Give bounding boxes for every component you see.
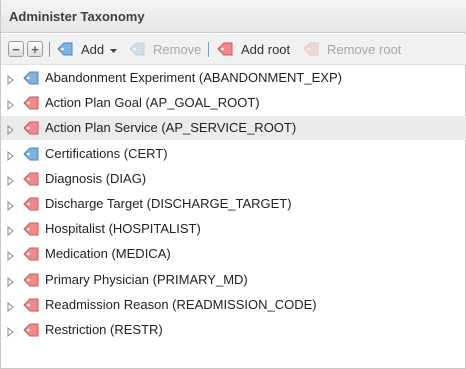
toolbar-separator <box>208 42 209 57</box>
expand-arrow-icon[interactable] <box>7 300 15 313</box>
tree-row[interactable]: Medication (MEDICA) <box>1 242 466 266</box>
panel-title: Administer Taxonomy <box>9 9 145 24</box>
minus-icon: − <box>12 41 20 57</box>
tree-row-label: Certifications (CERT) <box>45 146 168 161</box>
tag-icon <box>22 196 41 216</box>
tree-row-label: Restriction (RESTR) <box>45 322 163 337</box>
tag-add-root-icon <box>216 41 235 58</box>
tree-row-label: Action Plan Service (AP_SERVICE_ROOT) <box>45 120 297 135</box>
tree-row-label: Abandonment Experiment (ABANDONMENT_EXP) <box>45 70 342 85</box>
toolbar-separator <box>49 42 50 57</box>
tree-row[interactable]: Readmission Reason (READMISSION_CODE) <box>1 293 466 317</box>
tag-add-icon <box>56 41 75 58</box>
expand-arrow-icon[interactable] <box>7 325 15 338</box>
tree-row[interactable]: Restriction (RESTR) <box>1 318 466 342</box>
expand-arrow-icon[interactable] <box>7 249 15 262</box>
tag-icon <box>22 322 41 342</box>
tag-remove-root-icon <box>302 41 321 58</box>
remove-root-label: Remove root <box>327 42 402 57</box>
tree-row-label: Medication (MEDICA) <box>45 246 171 261</box>
add-label: Add <box>81 42 105 57</box>
tree-row-label: Hospitalist (HOSPITALIST) <box>45 221 201 236</box>
chevron-down-icon <box>110 42 118 57</box>
remove-root-button[interactable]: Remove root <box>302 39 401 60</box>
tag-icon <box>22 120 41 140</box>
tree-row[interactable]: Discharge Target (DISCHARGE_TARGET) <box>1 192 466 216</box>
taxonomy-panel: Administer Taxonomy − + Add Remove Add r… <box>0 0 466 369</box>
panel-header: Administer Taxonomy <box>1 0 466 33</box>
remove-label: Remove <box>153 42 202 57</box>
expand-arrow-icon[interactable] <box>7 149 15 162</box>
tag-remove-icon <box>128 41 147 58</box>
add-root-button[interactable]: Add root <box>216 39 290 60</box>
tag-icon <box>22 246 41 266</box>
tag-icon <box>22 70 41 90</box>
tree-row-label: Discharge Target (DISCHARGE_TARGET) <box>45 196 292 211</box>
add-root-label: Add root <box>241 42 291 57</box>
tree-row[interactable]: Action Plan Service (AP_SERVICE_ROOT) <box>1 116 466 140</box>
plus-icon: + <box>31 41 39 57</box>
tree-row[interactable]: Abandonment Experiment (ABANDONMENT_EXP) <box>1 66 466 90</box>
tree-row[interactable]: Action Plan Goal (AP_GOAL_ROOT) <box>1 91 466 115</box>
tag-icon <box>22 297 41 317</box>
expand-arrow-icon[interactable] <box>7 275 15 288</box>
tree-row[interactable]: Primary Physician (PRIMARY_MD) <box>1 268 466 292</box>
toolbar: − + Add Remove Add root Remove root <box>1 34 466 65</box>
tree-row[interactable]: Hospitalist (HOSPITALIST) <box>1 217 466 241</box>
collapse-all-button[interactable]: − <box>8 41 24 57</box>
expand-arrow-icon[interactable] <box>7 73 15 86</box>
tree-row[interactable]: Diagnosis (DIAG) <box>1 167 466 191</box>
tree-row-label: Diagnosis (DIAG) <box>45 171 147 186</box>
tree-row-label: Primary Physician (PRIMARY_MD) <box>45 272 248 287</box>
tree-row-label: Readmission Reason (READMISSION_CODE) <box>45 297 317 312</box>
tree-row-label: Action Plan Goal (AP_GOAL_ROOT) <box>45 95 260 110</box>
tree-row[interactable]: Certifications (CERT) <box>1 142 466 166</box>
expand-arrow-icon[interactable] <box>7 174 15 187</box>
expand-arrow-icon[interactable] <box>7 123 15 136</box>
tag-icon <box>22 272 41 292</box>
tag-icon <box>22 95 41 115</box>
tag-icon <box>22 221 41 241</box>
expand-arrow-icon[interactable] <box>7 98 15 111</box>
remove-button[interactable]: Remove <box>128 39 201 60</box>
tag-icon <box>22 146 41 166</box>
expand-all-button[interactable]: + <box>27 41 43 57</box>
tag-icon <box>22 171 41 191</box>
expand-arrow-icon[interactable] <box>7 224 15 237</box>
add-button[interactable]: Add <box>56 39 118 60</box>
expand-arrow-icon[interactable] <box>7 199 15 212</box>
